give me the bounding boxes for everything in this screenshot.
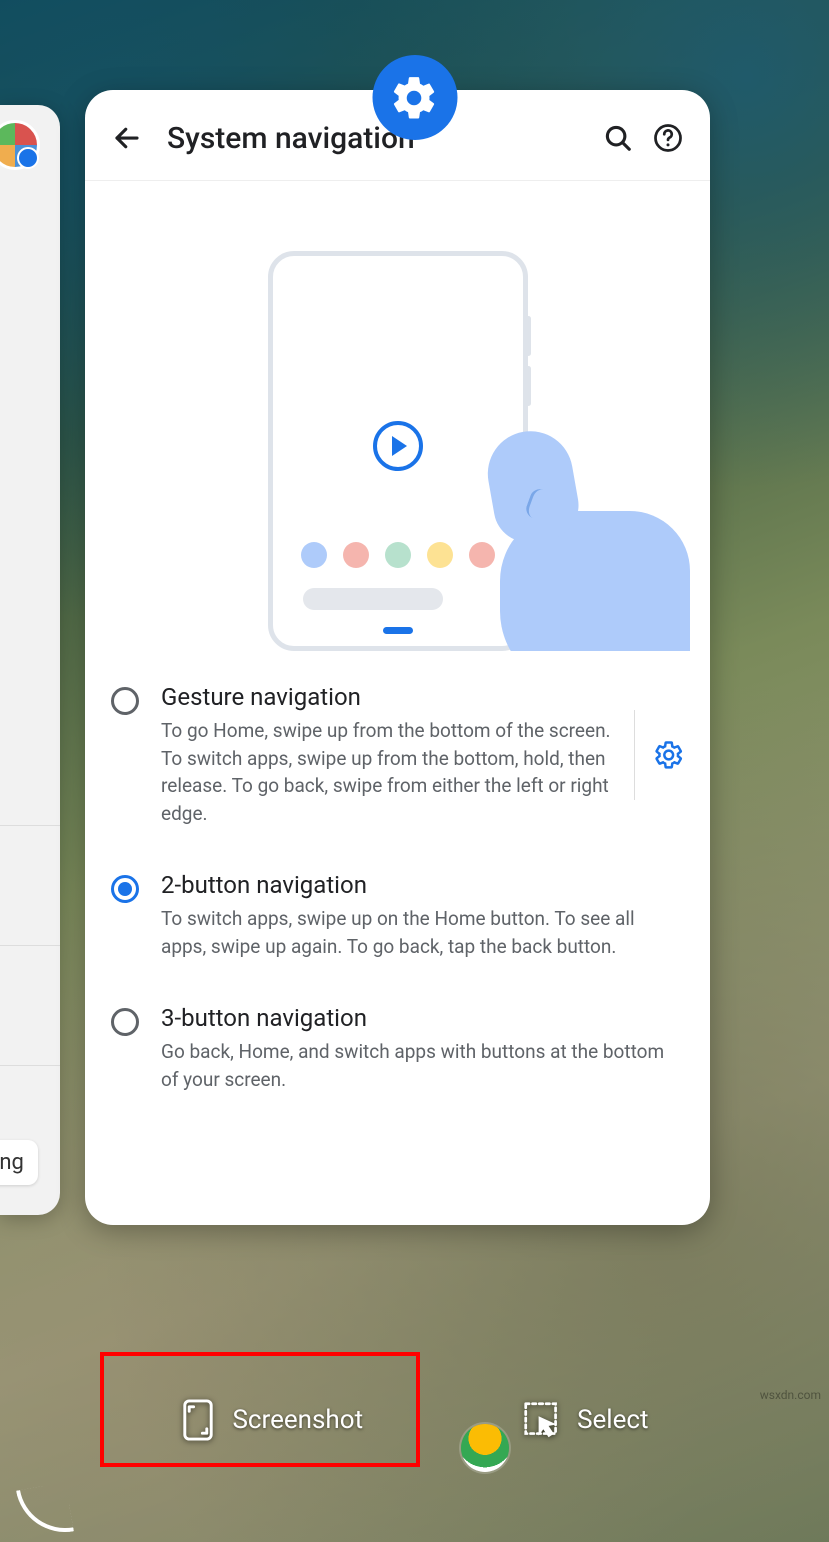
recent-app-card-left[interactable]: ing: [0, 105, 60, 1215]
option-title: 3-button navigation: [161, 1004, 684, 1032]
select-icon: [523, 1401, 561, 1439]
option-gesture-navigation[interactable]: Gesture navigation To go Home, swipe up …: [111, 661, 684, 849]
radio-3-button[interactable]: [111, 1008, 139, 1036]
divider: [0, 1065, 60, 1066]
hand-illustration: [380, 401, 680, 651]
option-2-button-navigation[interactable]: 2-button navigation To switch apps, swip…: [111, 849, 684, 982]
help-button[interactable]: [646, 116, 690, 160]
animation-preview: [85, 181, 710, 651]
divider: [0, 825, 60, 826]
text-fragment: ing: [0, 1140, 38, 1185]
radio-2-button[interactable]: [111, 875, 139, 903]
option-description: To switch apps, swipe up on the Home but…: [161, 905, 684, 960]
option-description: To go Home, swipe up from the bottom of …: [161, 717, 612, 827]
avatar-icon: [0, 120, 40, 170]
settings-card: System navigation Gesture navigation T: [85, 90, 710, 1225]
gesture-settings-button[interactable]: [634, 710, 684, 800]
option-description: Go back, Home, and switch apps with butt…: [161, 1038, 684, 1093]
radio-gesture[interactable]: [111, 687, 139, 715]
option-title: Gesture navigation: [161, 683, 612, 711]
watermark-text: wsxdn.com: [760, 1388, 821, 1402]
divider: [0, 945, 60, 946]
mascot-icon: [461, 1424, 509, 1472]
select-button[interactable]: Select: [523, 1398, 648, 1442]
search-button[interactable]: [596, 116, 640, 160]
page-title: System navigation: [167, 121, 590, 156]
back-button[interactable]: [105, 116, 149, 160]
option-title: 2-button navigation: [161, 871, 684, 899]
navigation-options-list: Gesture navigation To go Home, swipe up …: [85, 651, 710, 1125]
option-3-button-navigation[interactable]: 3-button navigation Go back, Home, and s…: [111, 982, 684, 1115]
select-label: Select: [577, 1405, 648, 1435]
annotation-highlight: [100, 1352, 420, 1467]
settings-app-icon: [372, 55, 457, 140]
